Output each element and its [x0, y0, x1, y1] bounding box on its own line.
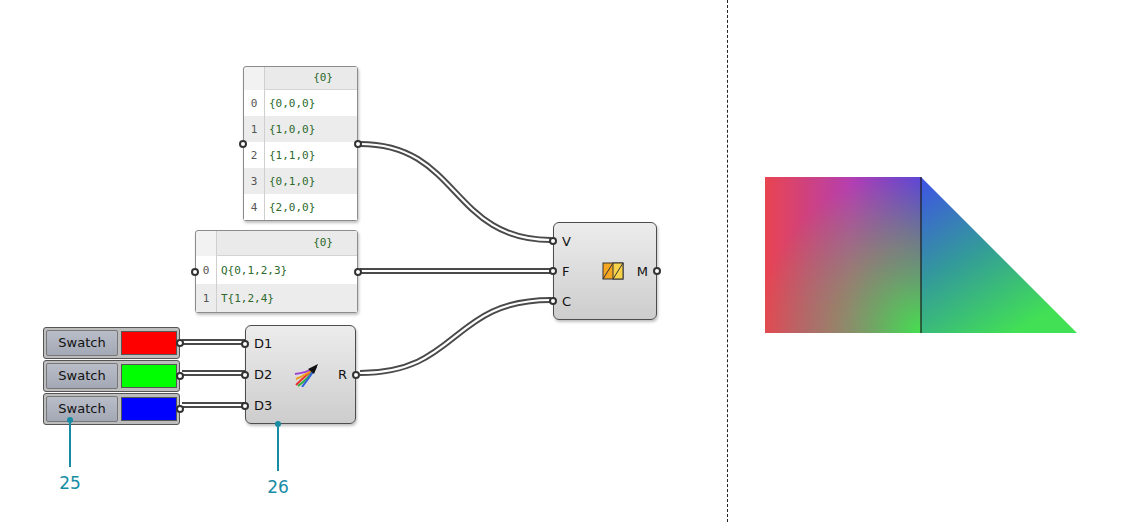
mesh-edge	[920, 177, 921, 333]
wire	[360, 144, 551, 240]
swatch-color[interactable]	[121, 364, 177, 388]
swatch-label: Swatch	[46, 330, 118, 356]
panel-row: 0Q{0,1,2,3}	[196, 256, 357, 284]
input-connector[interactable]	[549, 267, 557, 275]
panel-header: {0}	[264, 67, 357, 90]
swatch-list: Swatch Swatch Swatch	[43, 327, 180, 425]
input-connector[interactable]	[241, 402, 249, 410]
panel-row: 4{2,0,0}	[244, 194, 357, 220]
mesh-component[interactable]: VFC M	[553, 222, 657, 320]
divider	[727, 0, 728, 522]
wire	[182, 405, 245, 406]
output-connector[interactable]	[653, 267, 661, 275]
wire	[360, 271, 551, 272]
input-connector[interactable]	[549, 237, 557, 245]
swatch[interactable]: Swatch	[43, 360, 180, 392]
output-connector[interactable]	[176, 405, 184, 413]
swatch[interactable]: Swatch	[43, 327, 180, 359]
output-connector[interactable]	[354, 268, 362, 276]
input-connector[interactable]	[241, 340, 249, 348]
gradient-component[interactable]: D1D2D3 R	[245, 325, 356, 424]
mesh-icon	[602, 261, 624, 281]
swatch-label: Swatch	[46, 396, 118, 422]
panel-header: {0}	[216, 231, 357, 256]
input-port[interactable]: D3	[254, 390, 284, 421]
input-connector[interactable]	[239, 140, 247, 148]
output-connector[interactable]	[176, 339, 184, 347]
swatch[interactable]: Swatch	[43, 393, 180, 425]
panel-row: 1{1,0,0}	[244, 116, 357, 142]
input-connector[interactable]	[191, 268, 199, 276]
input-port[interactable]: D2	[254, 359, 284, 390]
canvas: {0}0{0,0,0}1{1,0,0}2{1,1,0}3{0,1,0}4{2,0…	[0, 0, 1125, 522]
callout: 25	[50, 417, 90, 493]
color-blend-icon	[294, 363, 320, 387]
input-connector[interactable]	[241, 371, 249, 379]
faces-panel[interactable]: {0}0Q{0,1,2,3}1T{1,2,4}	[195, 230, 358, 313]
output-connector[interactable]	[354, 140, 362, 148]
mesh-preview	[764, 176, 1080, 336]
output-connector[interactable]	[176, 372, 184, 380]
input-port[interactable]: F	[562, 256, 592, 286]
panel-row: 0{0,0,0}	[244, 90, 357, 116]
triangle-face	[921, 177, 1077, 333]
wire	[182, 373, 245, 374]
panel-row: 3{0,1,0}	[244, 168, 357, 194]
panel-row: 1T{1,2,4}	[196, 284, 357, 312]
input-connector[interactable]	[549, 297, 557, 305]
input-port[interactable]: V	[562, 226, 592, 256]
output-port[interactable]: M	[637, 226, 648, 316]
wire	[182, 342, 245, 343]
quad-face	[765, 177, 921, 333]
input-port[interactable]: D1	[254, 328, 284, 359]
output-port[interactable]: R	[338, 329, 347, 420]
callout: 26	[258, 421, 298, 497]
points-panel[interactable]: {0}0{0,0,0}1{1,0,0}2{1,1,0}3{0,1,0}4{2,0…	[243, 66, 358, 221]
panel-row: 2{1,1,0}	[244, 142, 357, 168]
swatch-color[interactable]	[121, 331, 177, 355]
wire	[360, 300, 551, 373]
output-connector[interactable]	[352, 371, 360, 379]
swatch-label: Swatch	[46, 363, 118, 389]
swatch-color[interactable]	[121, 397, 177, 421]
input-port[interactable]: C	[562, 286, 592, 316]
